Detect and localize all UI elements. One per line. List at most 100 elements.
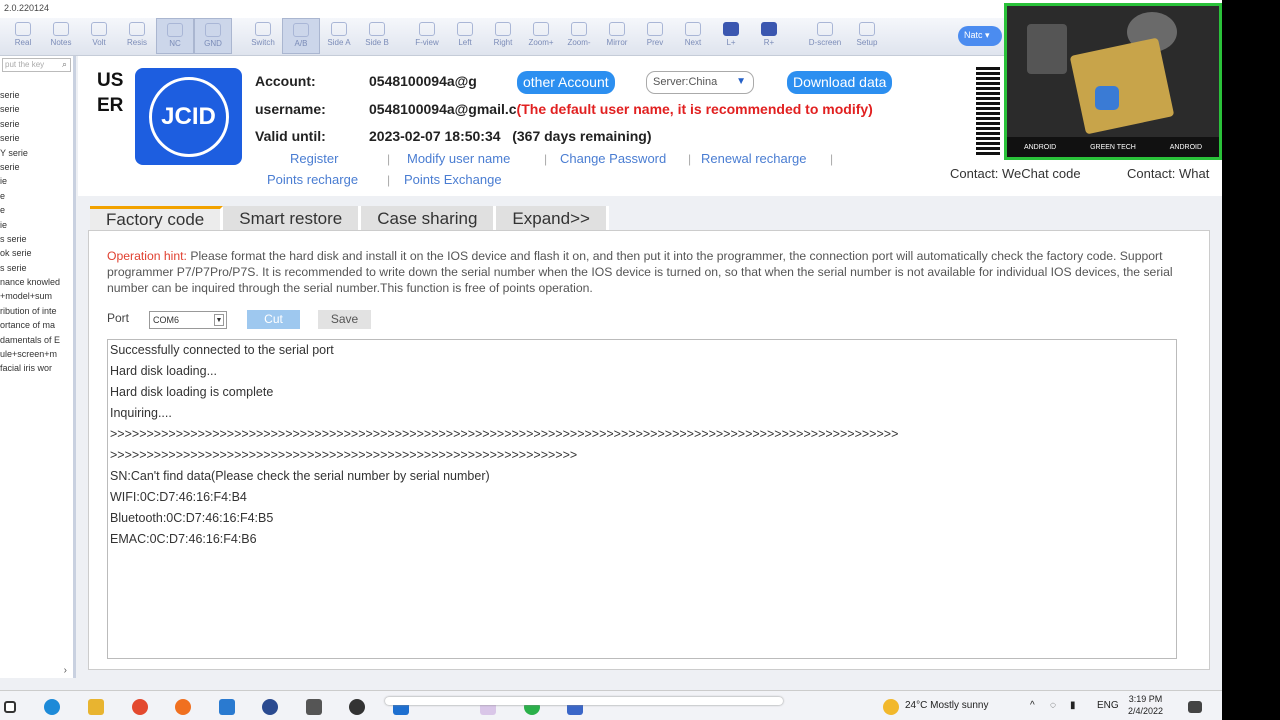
d-screen-button[interactable]: D-screen bbox=[802, 18, 848, 54]
mirror-button[interactable]: Mirror bbox=[598, 18, 636, 54]
sidebar-item[interactable]: ok serie bbox=[0, 246, 73, 260]
renewal-recharge-link[interactable]: Renewal recharge bbox=[701, 151, 807, 166]
jcid-logo: JCID bbox=[135, 68, 242, 165]
r-plus-button[interactable]: R+ bbox=[750, 18, 788, 54]
weather-text[interactable]: 24°C Mostly sunny bbox=[905, 700, 988, 711]
contact-wechat: Contact: WeChat code bbox=[950, 166, 1081, 181]
setup-button[interactable]: Setup bbox=[848, 18, 886, 54]
weather-icon[interactable] bbox=[883, 699, 899, 715]
sidebar-item[interactable]: s serie bbox=[0, 232, 73, 246]
sidebar-item[interactable]: Y serie bbox=[0, 146, 73, 160]
hint-text: Please format the hard disk and install … bbox=[107, 249, 1173, 295]
video-progress-bar[interactable] bbox=[385, 697, 783, 705]
sidebar-list: serie serie serie serie Y serie serie ie… bbox=[0, 88, 73, 376]
camera-preview[interactable]: ANDROID GREEN TECH ANDROID bbox=[1004, 3, 1222, 160]
link-separator: | bbox=[544, 152, 548, 166]
sidebar-item[interactable]: ie bbox=[0, 174, 73, 188]
other-account-button[interactable]: other Account bbox=[517, 71, 615, 94]
sidebar-item[interactable]: e bbox=[0, 189, 73, 203]
main-tabs: Factory code Smart restore Case sharing … bbox=[90, 206, 609, 230]
change-password-link[interactable]: Change Password bbox=[560, 151, 666, 166]
days-remaining: (367 days remaining) bbox=[512, 128, 652, 144]
sidebar-search-input[interactable]: put the key ⌕ bbox=[2, 58, 71, 72]
tab-smart-restore[interactable]: Smart restore bbox=[223, 206, 362, 230]
link-separator: | bbox=[688, 152, 692, 166]
ab-icon bbox=[293, 23, 309, 37]
gnd-button[interactable]: GND bbox=[194, 18, 232, 54]
natc-dropdown[interactable]: Natc ▾ bbox=[958, 26, 1002, 46]
account-value: 0548100094a@g bbox=[369, 73, 477, 89]
sidebar-item[interactable]: serie bbox=[0, 117, 73, 131]
prev-icon bbox=[647, 22, 663, 36]
sidebar-item[interactable]: +model+sum bbox=[0, 289, 73, 303]
chevron-right-icon[interactable]: › bbox=[64, 665, 67, 676]
log-output[interactable]: Successfully connected to the serial por… bbox=[107, 339, 1177, 659]
tab-case-sharing[interactable]: Case sharing bbox=[361, 206, 497, 230]
sidebar-item[interactable]: ule+screen+m bbox=[0, 347, 73, 361]
sidebar-item[interactable]: serie bbox=[0, 131, 73, 145]
windows-start-icon[interactable] bbox=[4, 701, 16, 713]
side-b-button[interactable]: Side B bbox=[358, 18, 396, 54]
right-button[interactable]: Right bbox=[484, 18, 522, 54]
obs-icon[interactable] bbox=[349, 699, 365, 715]
register-link[interactable]: Register bbox=[290, 151, 338, 166]
sidebar-item[interactable]: serie bbox=[0, 88, 73, 102]
zoom-in-icon bbox=[533, 22, 549, 36]
network-icon[interactable]: ◌ bbox=[1050, 700, 1056, 711]
mail-icon[interactable] bbox=[219, 699, 235, 715]
sidebar-item[interactable]: nance knowled bbox=[0, 275, 73, 289]
jcid-taskbar-icon[interactable] bbox=[262, 699, 278, 715]
edge-icon[interactable] bbox=[44, 699, 60, 715]
nc-button[interactable]: NC bbox=[156, 18, 194, 54]
server-select[interactable]: Server:China ▼ bbox=[646, 71, 754, 94]
sidebar-item[interactable]: serie bbox=[0, 102, 73, 116]
search-icon[interactable]: ⌕ bbox=[62, 59, 67, 70]
sidebar-item[interactable]: ie bbox=[0, 218, 73, 232]
switch-button[interactable]: Switch bbox=[244, 18, 282, 54]
tab-expand[interactable]: Expand>> bbox=[496, 206, 609, 230]
download-data-button[interactable]: Download data bbox=[787, 71, 893, 94]
chrome-icon[interactable] bbox=[132, 699, 148, 715]
tab-factory-code[interactable]: Factory code bbox=[90, 206, 224, 230]
volt-button[interactable]: Volt bbox=[80, 18, 118, 54]
camera-clamp bbox=[1027, 24, 1067, 74]
hud-center: GREEN TECH bbox=[1090, 143, 1136, 151]
f-view-button[interactable]: F-view bbox=[408, 18, 446, 54]
sidebar-item[interactable]: damentals of E bbox=[0, 333, 73, 347]
microphone-icon[interactable]: ▮ bbox=[1070, 700, 1076, 711]
f-view-icon bbox=[419, 22, 435, 36]
firefox-icon[interactable] bbox=[175, 699, 191, 715]
app-taskbar-icon[interactable] bbox=[306, 699, 322, 715]
next-button[interactable]: Next bbox=[674, 18, 712, 54]
modify-username-link[interactable]: Modify user name bbox=[407, 151, 510, 166]
sidebar-item[interactable]: s serie bbox=[0, 261, 73, 275]
left-button[interactable]: Left bbox=[446, 18, 484, 54]
valid-label: Valid until: bbox=[255, 128, 326, 144]
sidebar-item[interactable]: facial iris wor bbox=[0, 361, 73, 375]
zoom-out-button[interactable]: Zoom- bbox=[560, 18, 598, 54]
sidebar-item[interactable]: e bbox=[0, 203, 73, 217]
l-plus-button[interactable]: L+ bbox=[712, 18, 750, 54]
resis-button[interactable]: Resis bbox=[118, 18, 156, 54]
chevron-up-icon[interactable]: ^ bbox=[1030, 700, 1035, 711]
taskbar-clock[interactable]: 3:19 PM 2/4/2022 bbox=[1128, 693, 1163, 717]
log-line: Hard disk loading is complete bbox=[110, 385, 274, 399]
real-button[interactable]: Real bbox=[4, 18, 42, 54]
camera-board bbox=[1069, 37, 1175, 135]
save-button[interactable]: Save bbox=[318, 310, 371, 329]
file-explorer-icon[interactable] bbox=[88, 699, 104, 715]
notes-button[interactable]: Notes bbox=[42, 18, 80, 54]
port-select[interactable]: COM6 ▼ bbox=[149, 311, 227, 329]
points-exchange-link[interactable]: Points Exchange bbox=[404, 172, 502, 187]
zoom-in-button[interactable]: Zoom+ bbox=[522, 18, 560, 54]
language-indicator[interactable]: ENG bbox=[1097, 700, 1119, 711]
cut-button[interactable]: Cut bbox=[247, 310, 300, 329]
sidebar-item[interactable]: ortance of ma bbox=[0, 318, 73, 332]
sidebar-item[interactable]: serie bbox=[0, 160, 73, 174]
ab-button[interactable]: A/B bbox=[282, 18, 320, 54]
points-recharge-link[interactable]: Points recharge bbox=[267, 172, 358, 187]
sidebar-item[interactable]: ribution of inte bbox=[0, 304, 73, 318]
notification-icon[interactable] bbox=[1188, 701, 1202, 713]
side-a-button[interactable]: Side A bbox=[320, 18, 358, 54]
prev-button[interactable]: Prev bbox=[636, 18, 674, 54]
